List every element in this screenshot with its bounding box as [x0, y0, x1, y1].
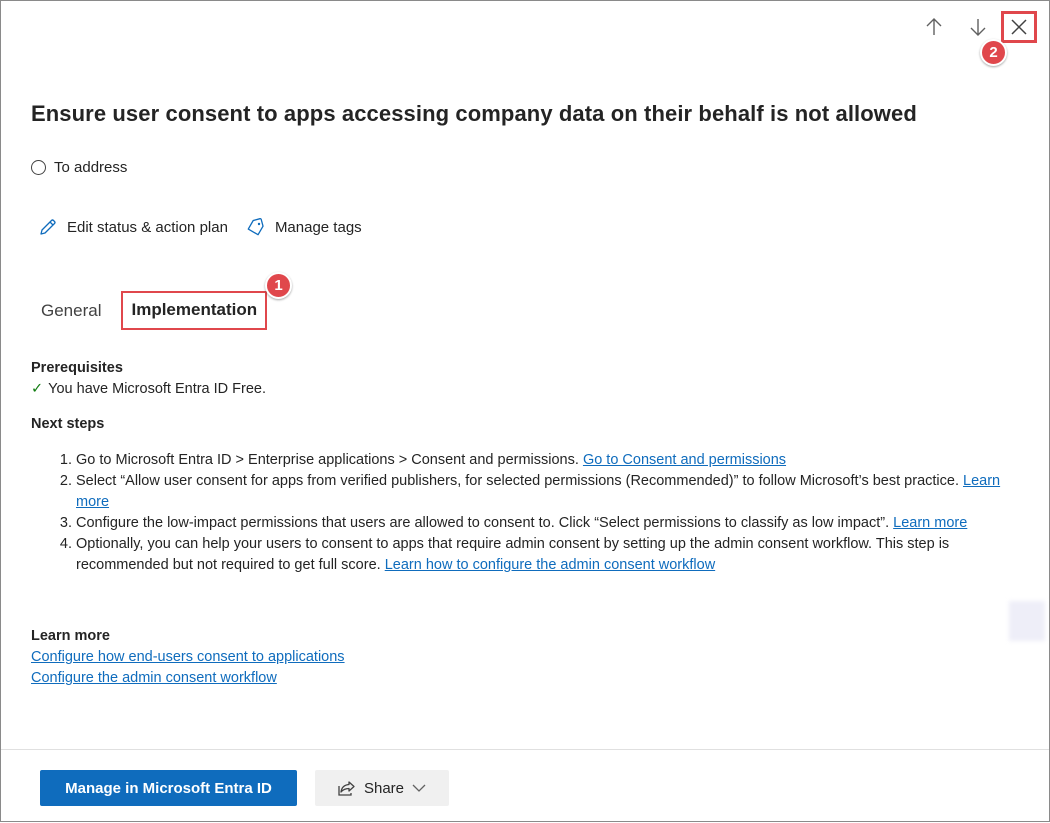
tab-implementation[interactable]: Implementation: [121, 291, 268, 330]
tag-icon: [247, 217, 264, 236]
decorative-shade: [1009, 601, 1045, 641]
prerequisite-item: ✓ You have Microsoft Entra ID Free.: [31, 379, 1021, 400]
panel-footer: Manage in Microsoft Entra ID Share: [1, 749, 1049, 823]
panel-navigation: [907, 11, 1037, 43]
details-panel: 2 Ensure user consent to apps accessing …: [0, 0, 1050, 822]
callout-badge-2: 2: [980, 39, 1007, 66]
implementation-content: Prerequisites ✓ You have Microsoft Entra …: [31, 358, 1021, 576]
tab-implementation-label: Implementation: [131, 300, 258, 319]
callout-badge-1: 1: [265, 272, 292, 299]
close-icon: [1011, 19, 1027, 35]
tab-list: General Implementation: [31, 291, 268, 330]
manage-in-entra-button[interactable]: Manage in Microsoft Entra ID: [40, 770, 297, 806]
edit-status-button[interactable]: Edit status & action plan: [38, 217, 228, 237]
list-item: Optionally, you can help your users to c…: [76, 534, 1021, 576]
learn-more-link-consent[interactable]: Configure how end-users consent to appli…: [31, 649, 345, 665]
step-text: Configure the low-impact permissions tha…: [76, 515, 894, 531]
list-item: Configure the low-impact permissions tha…: [76, 513, 1021, 534]
step-text: Go to Microsoft Entra ID > Enterprise ap…: [76, 452, 583, 468]
checkmark-icon: ✓: [31, 381, 44, 397]
tab-general[interactable]: General: [31, 293, 111, 329]
list-item: Select “Allow user consent for apps from…: [76, 471, 1021, 513]
status-label: To address: [54, 159, 128, 176]
manage-tags-label: Manage tags: [274, 218, 362, 236]
page-title: Ensure user consent to apps accessing co…: [31, 101, 917, 126]
list-item: Go to Microsoft Entra ID > Enterprise ap…: [76, 450, 1021, 471]
pencil-icon: [40, 219, 56, 235]
action-bar: Edit status & action plan Manage tags: [38, 217, 380, 237]
learn-more-link-admin-workflow[interactable]: Configure the admin consent workflow: [31, 670, 277, 686]
manage-tags-button[interactable]: Manage tags: [246, 217, 362, 237]
edit-status-label: Edit status & action plan: [67, 218, 228, 236]
arrow-down-icon[interactable]: [961, 12, 995, 42]
step-link[interactable]: Learn how to configure the admin consent…: [385, 557, 715, 573]
next-steps-list: Go to Microsoft Entra ID > Enterprise ap…: [76, 450, 1021, 576]
share-button[interactable]: Share: [315, 770, 449, 806]
learn-more-section: Learn more Configure how end-users conse…: [31, 626, 345, 689]
share-icon: [338, 781, 355, 796]
step-link[interactable]: Go to Consent and permissions: [583, 452, 786, 468]
chevron-down-icon: [412, 784, 426, 792]
learn-more-heading: Learn more: [31, 628, 110, 644]
arrow-up-icon[interactable]: [917, 12, 951, 42]
close-button[interactable]: [1001, 11, 1037, 43]
status-circle-icon: [31, 160, 46, 175]
status-indicator: To address: [31, 159, 127, 176]
share-label: Share: [363, 779, 405, 797]
prerequisite-text: You have Microsoft Entra ID Free.: [48, 381, 267, 397]
step-link[interactable]: Learn more: [893, 515, 967, 531]
step-text: Select “Allow user consent for apps from…: [76, 473, 964, 489]
next-steps-heading: Next steps: [31, 416, 105, 432]
prerequisites-heading: Prerequisites: [31, 360, 123, 376]
